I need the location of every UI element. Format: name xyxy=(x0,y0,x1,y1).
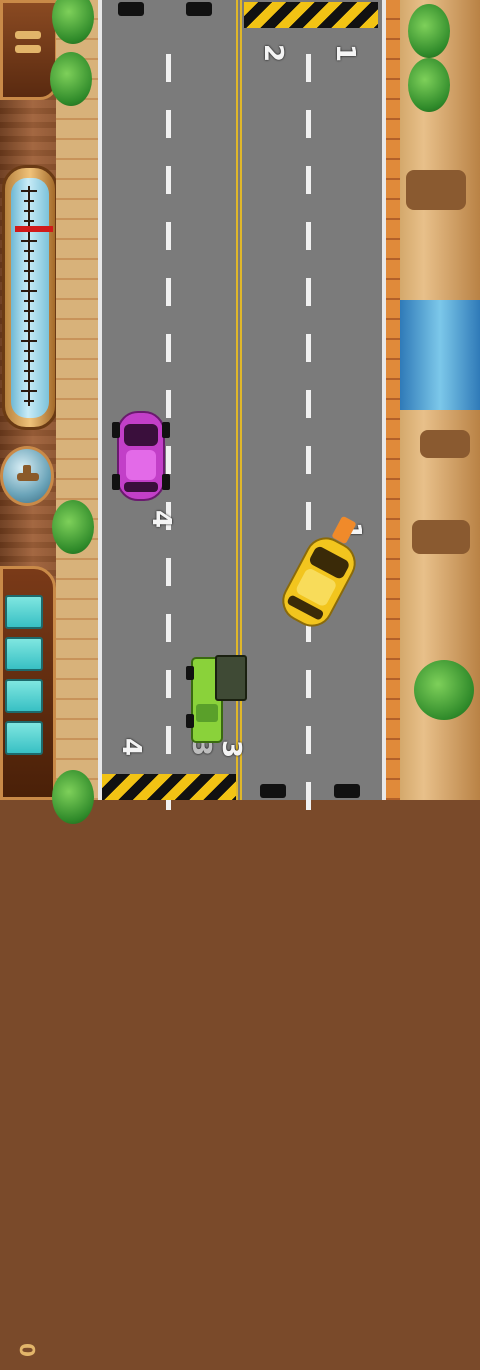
gauge-tick xyxy=(24,380,34,382)
lane-dash xyxy=(166,614,171,642)
road-edge-left xyxy=(98,0,102,800)
river xyxy=(400,300,480,410)
gauge-tick xyxy=(24,320,34,322)
gauge-tick xyxy=(21,390,37,392)
speed-level-marker xyxy=(15,225,53,232)
lane-dash xyxy=(166,670,171,698)
gauge-tick xyxy=(21,340,37,342)
green-truck-shape xyxy=(186,655,247,743)
lane-dash xyxy=(306,670,311,698)
gauge-tick xyxy=(24,280,34,282)
gear-shift-icon xyxy=(3,449,51,503)
pink-car: 4 xyxy=(112,410,176,528)
bush-icon xyxy=(50,52,92,106)
bush-icon xyxy=(414,660,474,720)
pause-button[interactable] xyxy=(0,0,58,100)
lane-dash xyxy=(306,222,311,250)
speed-gauge xyxy=(2,165,58,430)
lane-slot[interactable] xyxy=(5,679,43,713)
gauge-tick xyxy=(24,220,34,222)
bush-icon xyxy=(408,58,450,112)
pink-car-shape xyxy=(112,411,170,501)
gauge-tick xyxy=(24,250,34,252)
bush-icon xyxy=(52,0,94,44)
lane-dash xyxy=(306,726,311,754)
rock xyxy=(420,430,470,458)
lane-slot[interactable] xyxy=(5,721,43,755)
lane-label: 1 xyxy=(330,43,361,63)
green-truck xyxy=(186,654,248,750)
gauge-tick xyxy=(21,240,37,242)
lane-dash xyxy=(306,54,311,82)
right-curb xyxy=(386,0,400,800)
lane-dash xyxy=(306,110,311,138)
pause-icon xyxy=(3,3,55,97)
lane-dash xyxy=(306,278,311,306)
lane-dash xyxy=(166,278,171,306)
lane-dash xyxy=(166,558,171,586)
bush-icon xyxy=(52,500,94,554)
gauge-tick xyxy=(24,350,34,352)
lane-label: 4 xyxy=(116,737,147,757)
rock xyxy=(406,170,466,210)
lane-dash xyxy=(166,222,171,250)
lane-dash xyxy=(166,334,171,362)
lane-dash xyxy=(166,54,171,82)
lane-dash xyxy=(306,334,311,362)
gauge-tick xyxy=(24,360,34,362)
left-roadside xyxy=(50,0,98,824)
lane-dash xyxy=(166,726,171,754)
lane-label: 2 xyxy=(258,43,289,63)
gauge-tick xyxy=(24,310,34,312)
gauge-glass xyxy=(11,178,49,418)
rock xyxy=(412,520,470,554)
lane-dash xyxy=(166,166,171,194)
barrier-top xyxy=(244,2,378,28)
offscreen-car-wheel xyxy=(260,784,286,798)
lane-dash xyxy=(166,110,171,138)
gauge-tick xyxy=(24,210,34,212)
gauge-tick xyxy=(21,290,37,292)
bush-icon xyxy=(408,4,450,58)
lane-dash xyxy=(306,166,311,194)
barrier-bottom xyxy=(102,774,236,800)
car-label: 3 xyxy=(216,739,247,759)
car-label: 4 xyxy=(146,509,177,529)
lane-dash xyxy=(306,782,311,810)
gauge-tick xyxy=(24,330,34,332)
lane-slot[interactable] xyxy=(5,637,43,671)
offscreen-car-wheel xyxy=(118,2,144,16)
gauge-scale xyxy=(28,186,30,406)
score-text: 0 xyxy=(15,1343,39,1357)
offscreen-car-wheel xyxy=(334,784,360,798)
gauge-tick xyxy=(24,300,34,302)
lane-dash xyxy=(306,446,311,474)
lane-selector-panel: 0 xyxy=(0,566,56,1357)
gauge-tick xyxy=(21,190,37,192)
gauge-tick xyxy=(24,260,34,262)
gauge-tick xyxy=(24,400,34,402)
gauge-tick xyxy=(24,270,34,272)
gauge-tick xyxy=(24,370,34,372)
gauge-tick xyxy=(24,200,34,202)
lane-dash xyxy=(306,390,311,418)
bush-icon xyxy=(52,770,94,824)
offscreen-car-wheel xyxy=(186,2,212,16)
lane-slot[interactable] xyxy=(5,595,43,629)
gear-shift-button[interactable] xyxy=(0,446,54,506)
